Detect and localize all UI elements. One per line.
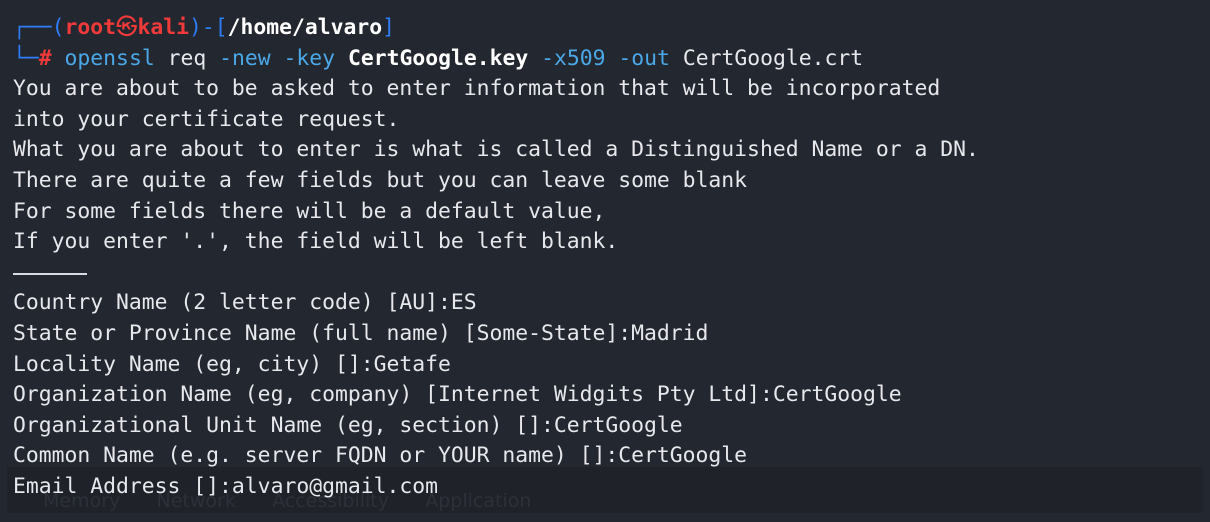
prompt-host: kali [137,15,189,40]
field-line-email: Email Address []:alvaro@gmail.com [13,473,438,499]
command-sub: req [167,45,207,71]
command-line: └─# openssl req -new -key CertGoogle.key… [13,44,1203,75]
output-line: What you are about to enter is what is c… [13,137,979,163]
prompt-close: )-[ [188,15,228,40]
command-outfile: CertGoogle.crt [682,45,864,71]
separator-rule [13,272,87,275]
command-flag-key: -key [283,45,336,71]
field-line: Organization Name (eg, company) [Interne… [13,382,902,408]
field-line: Country Name (2 letter code) [AU]:ES [13,290,477,316]
field-line: State or Province Name (full name) [Some… [13,320,709,346]
command-flag-x509: -x509 [541,45,606,71]
output-line: If you enter '.', the field will be left… [13,229,619,255]
output-line: You are about to be asked to enter infor… [13,76,941,102]
field-line: Locality Name (eg, city) []:Getafe [13,351,451,377]
prompt-at-icon: ㉿ [116,15,138,40]
command-flag-new: -new [219,45,271,71]
prompt-open: ┌──( [13,15,65,40]
field-line: Organizational Unit Name (eg, section) [… [13,412,683,438]
separator-line [13,258,1203,289]
command-bin: openssl [64,45,155,71]
output-line: into your certificate request. [13,106,400,132]
terminal-window[interactable]: ┌──(root㉿kali)-[/home/alvaro] └─# openss… [7,5,1203,513]
prompt-cwd: /home/alvaro [227,15,383,40]
prompt-end: ] [382,15,396,40]
prompt-user: root [64,15,117,40]
prompt-second-prefix: └─ [13,45,39,71]
output-line: For some fields there will be a default … [13,198,606,224]
prompt-hash: # [38,45,52,71]
prompt-line: ┌──(root㉿kali)-[/home/alvaro] [13,13,1203,44]
output-line: There are quite a few fields but you can… [13,167,748,193]
command-flag-out: -out [618,45,670,71]
command-keyfile: CertGoogle.key [347,45,529,71]
